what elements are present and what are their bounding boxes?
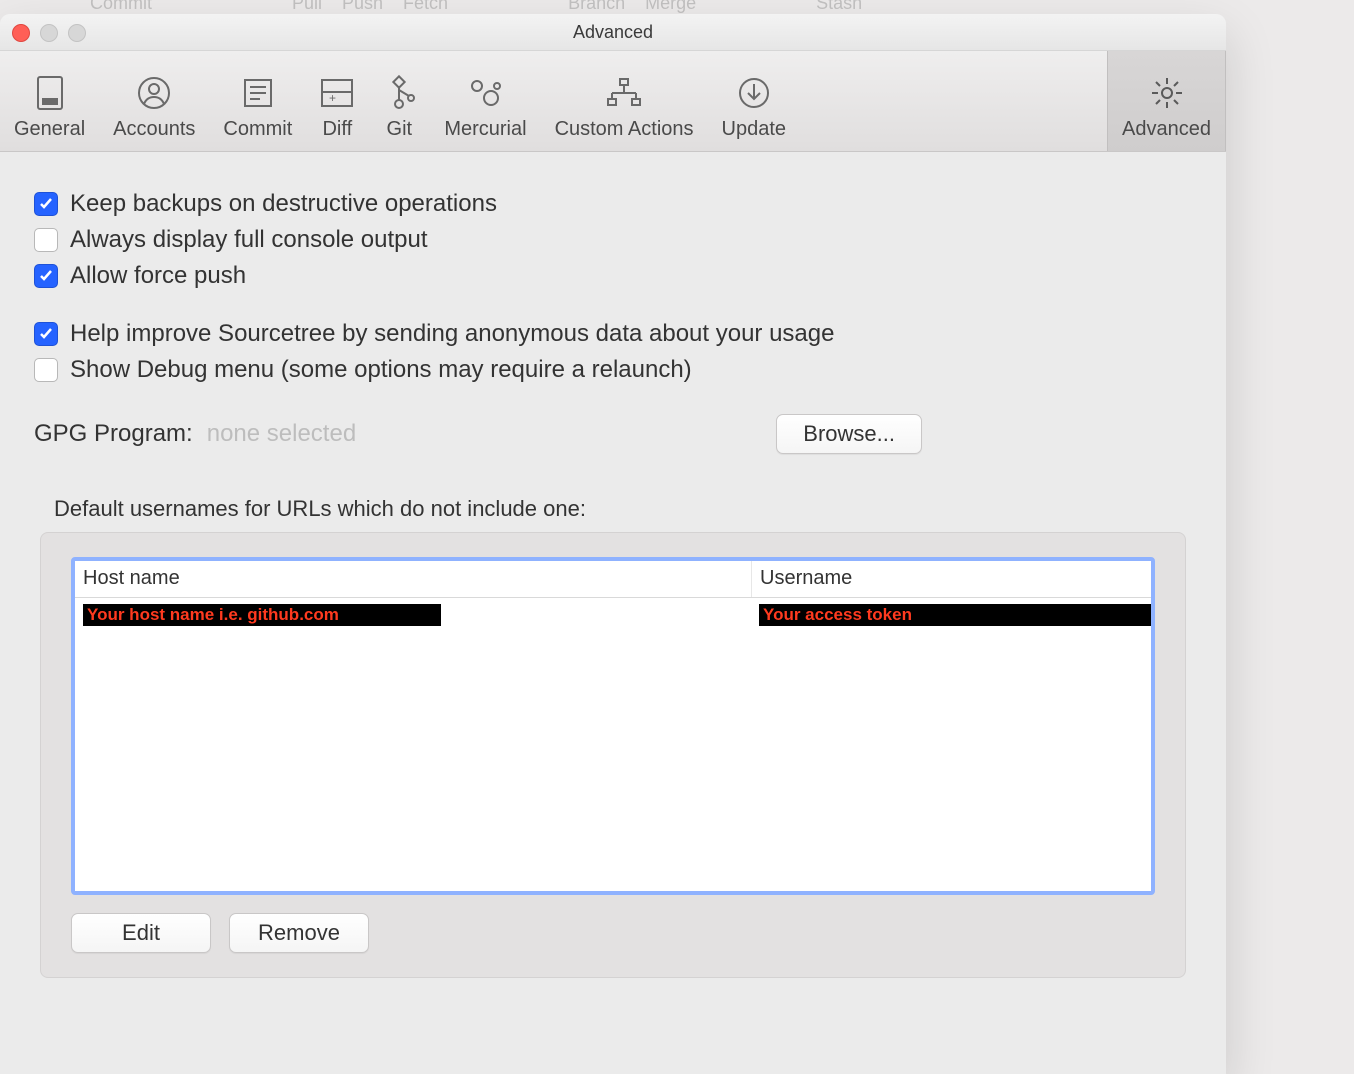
tab-accounts[interactable]: Accounts bbox=[99, 51, 209, 151]
full-console-label: Always display full console output bbox=[70, 226, 428, 254]
tab-advanced-label: Advanced bbox=[1122, 118, 1211, 141]
tab-git-label: Git bbox=[387, 118, 413, 141]
content-area: Keep backups on destructive operations A… bbox=[0, 152, 1226, 1008]
table-row[interactable]: Your host name i.e. github.com Your acce… bbox=[75, 598, 1151, 626]
tab-general-label: General bbox=[14, 118, 85, 141]
gpg-program-row: GPG Program: none selected Browse... bbox=[34, 414, 1192, 454]
tab-custom-actions[interactable]: Custom Actions bbox=[541, 51, 708, 151]
tab-commit-label: Commit bbox=[223, 118, 292, 141]
force-push-checkbox[interactable] bbox=[34, 264, 58, 288]
gear-icon bbox=[1150, 76, 1184, 110]
diff-icon: + bbox=[320, 76, 354, 110]
cell-user: Your access token bbox=[751, 598, 1155, 626]
tab-diff-label: Diff bbox=[322, 118, 352, 141]
mercurial-icon bbox=[468, 76, 502, 110]
full-console-checkbox[interactable] bbox=[34, 228, 58, 252]
table-header: Host name Username bbox=[75, 561, 1151, 598]
checkbox-row-debug-menu: Show Debug menu (some options may requir… bbox=[34, 356, 1192, 384]
tab-mercurial[interactable]: Mercurial bbox=[430, 51, 540, 151]
tab-accounts-label: Accounts bbox=[113, 118, 195, 141]
force-push-label: Allow force push bbox=[70, 262, 246, 290]
zoom-window-button[interactable] bbox=[68, 24, 86, 42]
tab-commit[interactable]: Commit bbox=[209, 51, 306, 151]
default-usernames-panel: Host name Username Your host name i.e. g… bbox=[40, 532, 1186, 978]
help-improve-label: Help improve Sourcetree by sending anony… bbox=[70, 320, 834, 348]
tab-advanced[interactable]: Advanced bbox=[1107, 51, 1226, 151]
debug-menu-label: Show Debug menu (some options may requir… bbox=[70, 356, 692, 384]
checkbox-row-force-push: Allow force push bbox=[34, 262, 1192, 290]
svg-text:+: + bbox=[329, 91, 336, 105]
close-window-button[interactable] bbox=[12, 24, 30, 42]
default-usernames-table[interactable]: Host name Username Your host name i.e. g… bbox=[71, 557, 1155, 895]
tab-general[interactable]: General bbox=[0, 51, 99, 151]
panel-actions: Edit Remove bbox=[71, 913, 1155, 953]
general-icon bbox=[33, 76, 67, 110]
checkbox-row-full-console: Always display full console output bbox=[34, 226, 1192, 254]
update-icon bbox=[737, 76, 771, 110]
preferences-window: Advanced General Accounts Commit bbox=[0, 14, 1226, 1074]
col-username[interactable]: Username bbox=[752, 561, 1151, 597]
col-host-name[interactable]: Host name bbox=[75, 561, 752, 597]
checkbox-row-help-improve: Help improve Sourcetree by sending anony… bbox=[34, 320, 1192, 348]
tab-update[interactable]: Update bbox=[708, 51, 801, 151]
cell-host: Your host name i.e. github.com bbox=[75, 598, 751, 626]
preferences-tabstrip: General Accounts Commit + Diff bbox=[0, 51, 1226, 152]
gpg-program-label: GPG Program: bbox=[34, 420, 193, 448]
tab-mercurial-label: Mercurial bbox=[444, 118, 526, 141]
minimize-window-button[interactable] bbox=[40, 24, 58, 42]
commit-icon bbox=[241, 76, 275, 110]
custom-actions-icon bbox=[607, 76, 641, 110]
tab-diff[interactable]: + Diff bbox=[306, 51, 368, 151]
keep-backups-checkbox[interactable] bbox=[34, 192, 58, 216]
window-title: Advanced bbox=[573, 22, 653, 43]
help-improve-checkbox[interactable] bbox=[34, 322, 58, 346]
git-icon bbox=[382, 76, 416, 110]
titlebar: Advanced bbox=[0, 14, 1226, 51]
background-app-toolbar: Commit Pull Push Fetch Branch Merge Stas… bbox=[0, 0, 1354, 14]
tab-custom-actions-label: Custom Actions bbox=[555, 118, 694, 141]
window-controls bbox=[12, 24, 86, 42]
accounts-icon bbox=[137, 76, 171, 110]
default-usernames-label: Default usernames for URLs which do not … bbox=[54, 496, 1192, 522]
checkbox-row-keep-backups: Keep backups on destructive operations bbox=[34, 190, 1192, 218]
tab-update-label: Update bbox=[722, 118, 787, 141]
edit-button[interactable]: Edit bbox=[71, 913, 211, 953]
tab-git[interactable]: Git bbox=[368, 51, 430, 151]
debug-menu-checkbox[interactable] bbox=[34, 358, 58, 382]
browse-button[interactable]: Browse... bbox=[776, 414, 922, 454]
keep-backups-label: Keep backups on destructive operations bbox=[70, 190, 497, 218]
remove-button[interactable]: Remove bbox=[229, 913, 369, 953]
gpg-program-value: none selected bbox=[207, 420, 356, 448]
